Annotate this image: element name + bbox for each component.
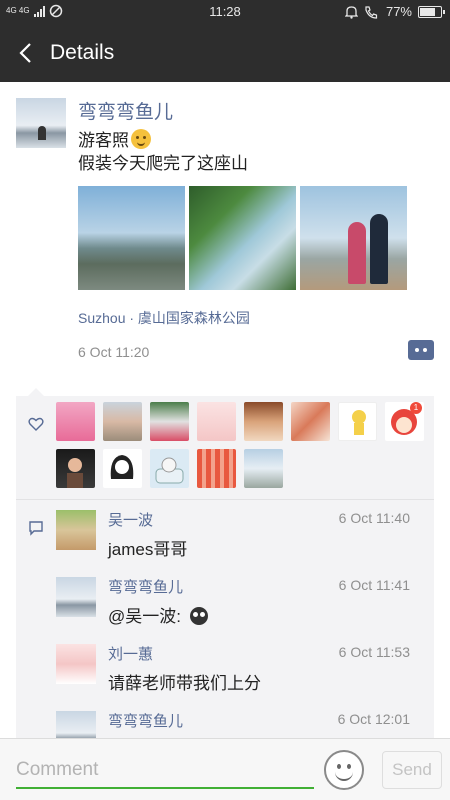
like-avatar[interactable] — [56, 402, 95, 441]
like-avatar[interactable] — [244, 449, 283, 488]
likes-section: 1 — [16, 396, 434, 498]
comment-input-bar: Send — [0, 738, 450, 800]
comment-time: 6 Oct 11:41 — [338, 577, 410, 593]
nav-bar: Details — [0, 24, 450, 82]
send-button[interactable]: Send — [382, 751, 442, 789]
photo-2[interactable] — [189, 186, 296, 290]
post-text: 游客照 假装今天爬完了这座山 — [78, 129, 248, 175]
like-avatar[interactable] — [103, 402, 142, 441]
like-avatars: 1 — [56, 402, 424, 488]
photo-3[interactable] — [300, 186, 407, 290]
like-avatar[interactable] — [150, 449, 189, 488]
author-avatar[interactable] — [16, 98, 66, 148]
like-avatar[interactable] — [338, 402, 377, 441]
comment-time: 6 Oct 11:40 — [338, 510, 410, 526]
comment-input[interactable] — [16, 753, 314, 789]
bell-icon — [344, 5, 358, 19]
like-avatar[interactable] — [103, 449, 142, 488]
comment-text-content: @吴一波: — [108, 607, 186, 626]
photo-1[interactable] — [78, 186, 185, 290]
comment-bubble-icon — [29, 521, 43, 536]
grin-emoji-icon — [131, 129, 151, 149]
like-avatar[interactable] — [150, 402, 189, 441]
location-link[interactable]: Suzhou · 虞山国家森林公园 — [78, 308, 250, 328]
like-avatar[interactable]: 1 — [385, 402, 424, 441]
comment-text: 请薛老师带我们上分 — [108, 674, 261, 693]
like-avatar[interactable] — [197, 449, 236, 488]
post-text-line2: 假装今天爬完了这座山 — [78, 154, 248, 173]
like-avatar[interactable] — [56, 449, 95, 488]
like-avatar[interactable] — [197, 402, 236, 441]
moment-post: 弯弯弯鱼儿 游客照 假装今天爬完了这座山 Suzhou · 虞山国家森林公园 6… — [0, 82, 450, 392]
comment-time: 6 Oct 11:53 — [338, 644, 410, 660]
notification-badge: 1 — [410, 402, 422, 414]
call-icon — [365, 5, 378, 19]
status-bar: 4G 4G 11:28 77% — [0, 0, 450, 24]
commenter-avatar[interactable] — [56, 577, 96, 617]
comment-item[interactable]: 刘一蕙 6 Oct 11:53 请薛老师带我们上分 — [56, 634, 426, 700]
owl-emoji-icon — [189, 607, 208, 625]
post-text-line1: 游客照 — [78, 131, 129, 150]
comment-time: 6 Oct 12:01 — [337, 711, 410, 727]
commenter-avatar[interactable] — [56, 644, 96, 684]
comment-text: james哥哥 — [108, 540, 188, 559]
comment-text: @吴一波: — [108, 602, 208, 627]
back-arrow-icon[interactable] — [14, 40, 40, 66]
comment-item[interactable]: 吴一波 6 Oct 11:40 james哥哥 — [56, 500, 426, 566]
commenter-name[interactable]: 弯弯弯鱼儿 — [108, 576, 183, 597]
commenter-name[interactable]: 弯弯弯鱼儿 — [108, 710, 183, 731]
commenter-name[interactable]: 吴一波 — [108, 509, 153, 530]
comment-menu-button[interactable] — [408, 340, 434, 360]
like-avatar[interactable] — [244, 402, 283, 441]
page-title: Details — [50, 41, 115, 64]
post-time: 6 Oct 11:20 — [78, 344, 150, 360]
emoji-button[interactable] — [324, 750, 364, 790]
battery-icon — [418, 5, 445, 18]
photo-grid — [78, 186, 407, 290]
commenter-avatar[interactable] — [56, 510, 96, 550]
author-name[interactable]: 弯弯弯鱼儿 — [78, 97, 173, 124]
like-avatar[interactable] — [291, 402, 330, 441]
battery-percent: 77% — [385, 4, 412, 19]
heart-icon — [28, 417, 44, 431]
commenter-name[interactable]: 刘一蕙 — [108, 643, 153, 664]
comment-item[interactable]: 弯弯弯鱼儿 6 Oct 11:41 @吴一波: — [56, 567, 426, 633]
